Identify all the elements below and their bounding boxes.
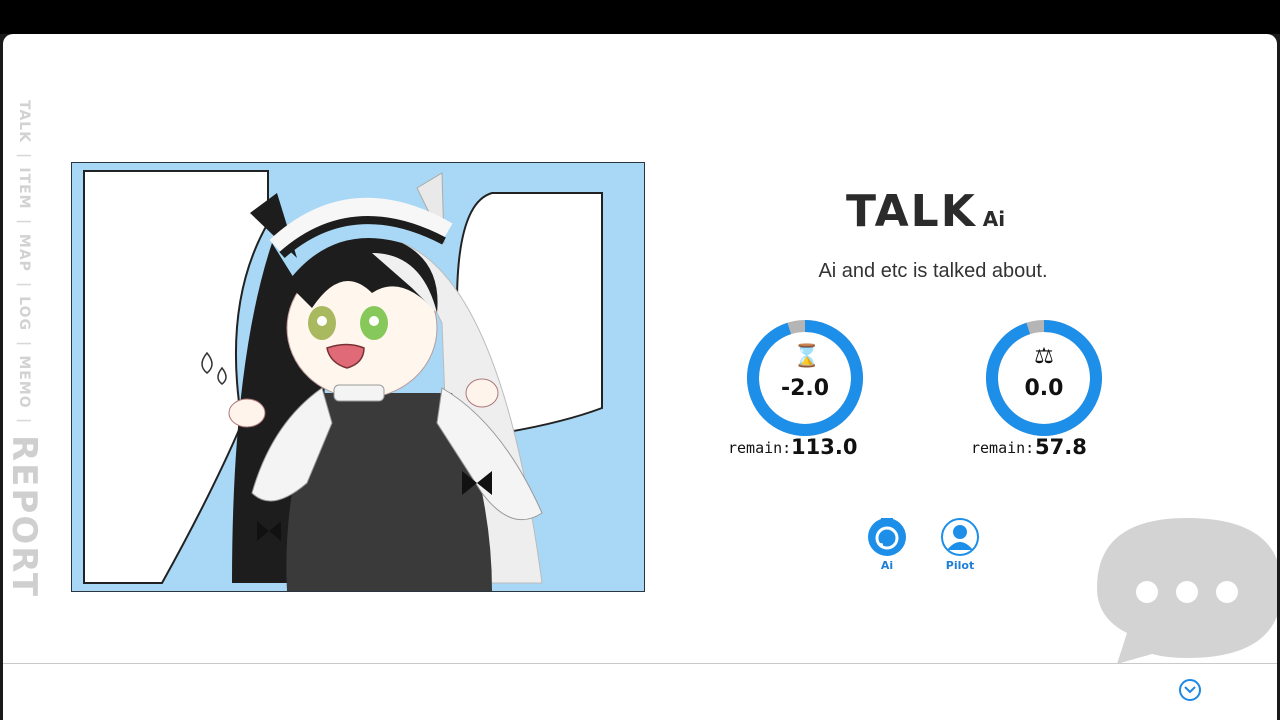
chat-bubble-icon <box>1097 518 1277 664</box>
nav-memo[interactable]: MEMO <box>16 355 32 408</box>
hourglass-icon: ⌛ <box>793 344 821 369</box>
nav-talk[interactable]: TALK <box>16 100 32 143</box>
character-label: Pilot <box>945 559 975 572</box>
nav-item[interactable]: ITEM <box>16 167 32 209</box>
nav-separator: | <box>16 281 32 287</box>
time-gauge: ⌛ -2.0 <box>743 316 867 440</box>
character-art <box>83 170 603 591</box>
gauge-value: -2.0 <box>780 376 830 401</box>
talk-title: TALK Ai <box>846 186 1005 246</box>
side-nav: TALK | ITEM | MAP | LOG | MEMO | REPORT <box>4 100 44 640</box>
pilot-icon <box>941 518 979 556</box>
chevron-down-icon[interactable] <box>1179 679 1201 701</box>
character-pilot-button[interactable]: Pilot <box>938 518 982 572</box>
ai-icon <box>868 518 906 556</box>
nav-map[interactable]: MAP <box>16 234 32 272</box>
title-main: TALK <box>846 186 977 237</box>
remain-value: 57.8 <box>1035 435 1087 459</box>
nav-separator: | <box>16 418 32 424</box>
character-ai-button[interactable]: Ai <box>865 518 909 572</box>
balance-gauge: ⚖ 0.0 <box>982 316 1106 440</box>
footer-divider <box>3 663 1277 664</box>
remain-label: remain: <box>971 439 1035 457</box>
chat-bubble-button[interactable] <box>1097 518 1277 668</box>
nav-separator: | <box>16 152 32 158</box>
nav-log[interactable]: LOG <box>16 296 32 331</box>
main-panel: TALK | ITEM | MAP | LOG | MEMO | REPORT <box>3 34 1277 720</box>
character-label: Ai <box>880 559 894 572</box>
window-top-bar <box>0 0 1280 34</box>
character-illustration <box>71 162 645 592</box>
title-subject: Ai <box>982 207 1006 231</box>
gauge-value: 0.0 <box>1024 376 1064 401</box>
remain-label: remain: <box>728 439 792 457</box>
remain-value: 113.0 <box>791 435 858 459</box>
nav-report-active[interactable]: REPORT <box>4 435 44 598</box>
talk-description: Ai and etc is talked about. <box>818 260 1048 282</box>
nav-separator: | <box>16 219 32 225</box>
nav-separator: | <box>16 340 32 346</box>
scale-icon: ⚖ <box>1034 344 1054 369</box>
